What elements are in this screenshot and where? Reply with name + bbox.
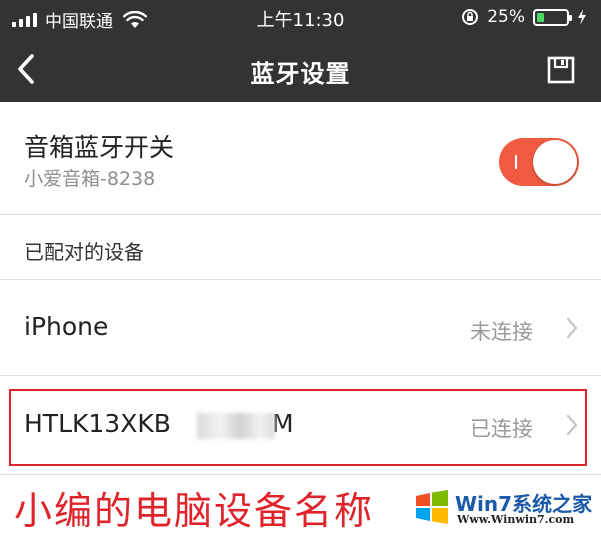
page-title: 蓝牙设置 xyxy=(250,60,351,88)
divider xyxy=(0,214,601,215)
bluetooth-switch-label: 音箱蓝牙开关 xyxy=(24,133,175,162)
watermark: Win7系统之家 Www.Winwin7.com xyxy=(413,486,593,532)
watermark-url: Www.Winwin7.com xyxy=(457,513,575,526)
orientation-lock-icon xyxy=(462,9,479,25)
status-right: 25% xyxy=(461,7,587,27)
speaker-device-name: 小爱音箱-8238 xyxy=(24,168,156,190)
device-name: iPhone xyxy=(24,312,109,341)
battery-percent: 25% xyxy=(487,7,525,27)
bluetooth-toggle[interactable] xyxy=(499,138,579,186)
windows-logo-icon xyxy=(416,490,448,524)
connection-status: 未连接 xyxy=(470,320,533,344)
annotation-caption: 小编的电脑设备名称 xyxy=(14,489,375,533)
charging-bolt-icon xyxy=(578,9,586,25)
chevron-right-icon xyxy=(566,317,578,339)
battery-icon xyxy=(533,8,572,26)
status-bar: 中国联通 上午11:30 25% xyxy=(0,0,601,36)
save-icon[interactable] xyxy=(547,56,575,84)
nav-bar: 蓝牙设置 xyxy=(0,36,601,102)
highlight-box xyxy=(9,389,587,466)
divider xyxy=(0,474,601,475)
paired-devices-label: 已配对的设备 xyxy=(24,240,144,264)
toggle-knob xyxy=(533,140,577,184)
